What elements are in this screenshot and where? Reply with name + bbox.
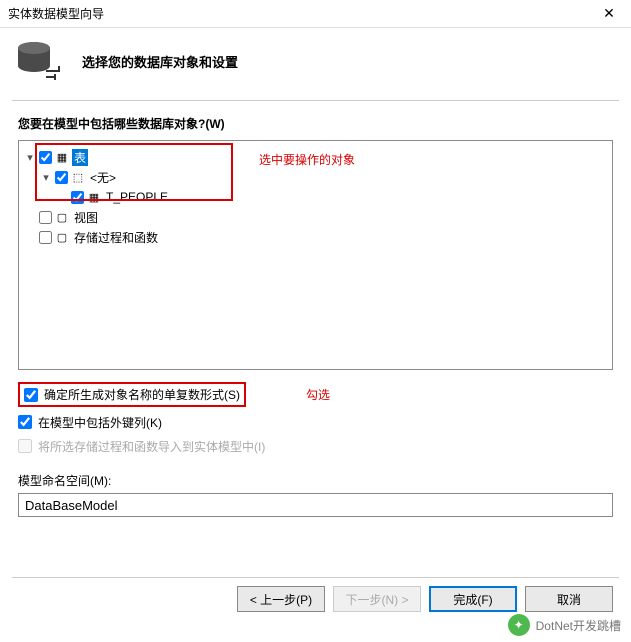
option-import-procs: 将所选存储过程和函数导入到实体模型中(I) (18, 434, 613, 458)
checkbox-schema-none[interactable] (55, 171, 68, 184)
tree-node-tables[interactable]: ▾ ▦ 表 (23, 147, 608, 167)
tree-node-procs[interactable]: ▢ 存储过程和函数 (23, 227, 608, 247)
database-icon (16, 40, 64, 82)
tree-label-views: 视图 (72, 209, 100, 226)
close-button[interactable]: ✕ (587, 0, 631, 28)
namespace-group: 模型命名空间(M): (18, 472, 613, 517)
namespace-input[interactable] (18, 493, 613, 517)
checkbox-import-procs (18, 439, 32, 453)
wizard-footer: < 上一步(P) 下一步(N) > 完成(F) 取消 (237, 586, 613, 612)
footer-separator (12, 577, 619, 578)
titlebar: 实体数据模型向导 ✕ (0, 0, 631, 28)
object-tree[interactable]: 选中要操作的对象 ▾ ▦ 表 ▾ ⬚ <无> ▦ T_PEOPLE (18, 140, 613, 370)
option-foreign-keys-label: 在模型中包括外键列(K) (38, 414, 162, 431)
header-subtitle: 选择您的数据库对象和设置 (82, 52, 238, 71)
tree-label-schema-none: <无> (88, 169, 118, 186)
option-foreign-keys[interactable]: 在模型中包括外键列(K) (18, 410, 613, 434)
tree-node-views[interactable]: ▢ 视图 (23, 207, 608, 227)
wizard-header: 选择您的数据库对象和设置 (0, 28, 631, 100)
tree-node-t-people[interactable]: ▦ T_PEOPLE (23, 187, 608, 207)
cancel-button[interactable]: 取消 (525, 586, 613, 612)
table-icon: ▦ (86, 191, 102, 204)
checkbox-views[interactable] (39, 211, 52, 224)
finish-button[interactable]: 完成(F) (429, 586, 517, 612)
option-pluralize-label: 确定所生成对象名称的单复数形式(S) (44, 386, 240, 403)
tree-node-schema-none[interactable]: ▾ ⬚ <无> (23, 167, 608, 187)
option-import-procs-label: 将所选存储过程和函数导入到实体模型中(I) (38, 438, 265, 455)
procs-icon: ▢ (54, 231, 70, 244)
namespace-label: 模型命名空间(M): (18, 472, 613, 489)
checkbox-pluralize[interactable] (24, 388, 38, 402)
tree-label-procs: 存储过程和函数 (72, 229, 160, 246)
expand-toggle[interactable]: ▾ (39, 171, 53, 184)
checkbox-foreign-keys[interactable] (18, 415, 32, 429)
annotation-check-option: 勾选 (306, 386, 330, 403)
annotation-box-pluralize: 确定所生成对象名称的单复数形式(S) (18, 382, 246, 407)
checkbox-tables[interactable] (39, 151, 52, 164)
expand-spacer (55, 191, 69, 203)
question-label: 您要在模型中包括哪些数据库对象?(W) (18, 115, 613, 132)
tables-icon: ▦ (54, 151, 70, 164)
next-button: 下一步(N) > (333, 586, 421, 612)
window-title: 实体数据模型向导 (8, 5, 104, 22)
expand-spacer (23, 231, 37, 243)
options-group: 确定所生成对象名称的单复数形式(S) 勾选 在模型中包括外键列(K) 将所选存储… (18, 382, 613, 458)
watermark-text: DotNet开发跳槽 (536, 617, 621, 634)
close-icon: ✕ (603, 5, 615, 22)
checkbox-t-people[interactable] (71, 191, 84, 204)
expand-toggle[interactable]: ▾ (23, 151, 37, 164)
prev-button[interactable]: < 上一步(P) (237, 586, 325, 612)
schema-icon: ⬚ (70, 171, 86, 184)
expand-spacer (23, 211, 37, 223)
content-area: 您要在模型中包括哪些数据库对象?(W) 选中要操作的对象 ▾ ▦ 表 ▾ ⬚ <… (0, 101, 631, 517)
watermark: ✦ DotNet开发跳槽 (508, 614, 621, 636)
tree-label-t-people: T_PEOPLE (104, 190, 170, 204)
wechat-icon: ✦ (508, 614, 530, 636)
checkbox-procs[interactable] (39, 231, 52, 244)
tree-label-tables: 表 (72, 149, 88, 166)
views-icon: ▢ (54, 211, 70, 224)
